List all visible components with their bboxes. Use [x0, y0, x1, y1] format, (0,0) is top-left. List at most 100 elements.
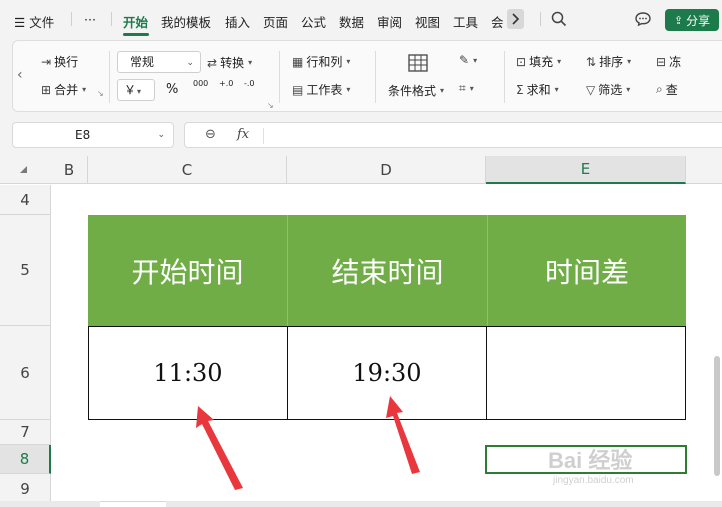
menu-divider — [540, 12, 541, 26]
tab-formula[interactable]: 公式 — [301, 12, 326, 31]
ribbon-toolbar: ‹ ⇥ 换行 ⊞ 合并 ▾ ↘ 常规 ⌄ ⇄ 转换 ▾ ￥▾ % 000 +.0 -.0 ↘ — [12, 40, 722, 112]
rows-columns-button[interactable]: ▦ 行和列 ▾ — [292, 53, 350, 70]
name-box[interactable]: E8 ⌄ — [12, 122, 174, 148]
convert-button[interactable]: ⇄ 转换 ▾ — [207, 54, 252, 71]
alignment-settings-icon[interactable]: ↘ — [97, 89, 104, 98]
border-button[interactable]: ⌗ ▾ — [459, 81, 474, 96]
chevron-down-icon: ▾ — [473, 55, 478, 65]
menu-bar: ☰文件 ··· 开始 我的模板 插入 页面 公式 数据 审阅 视图 工具 会 — [0, 0, 722, 38]
select-all-icon[interactable] — [20, 166, 27, 173]
number-settings-icon[interactable]: ↘ — [267, 101, 274, 110]
tab-view[interactable]: 视图 — [415, 12, 440, 31]
tab-insert[interactable]: 插入 — [225, 12, 250, 31]
convert-icon: ⇄ — [207, 55, 218, 70]
sort-icon: ⇅ — [586, 54, 597, 69]
menu-divider — [71, 12, 72, 26]
chevron-down-icon: ▾ — [626, 85, 631, 94]
row-header-7[interactable]: 7 — [0, 420, 51, 445]
table-header-row: 开始时间 结束时间 时间差 — [88, 215, 686, 326]
fill-icon: ⊡ — [516, 54, 527, 69]
column-header-c[interactable]: C — [88, 156, 287, 184]
merge-cells-button[interactable]: ⊞ 合并 ▾ — [41, 81, 86, 98]
conditional-format-icon — [408, 54, 428, 72]
search-icon[interactable] — [551, 11, 567, 27]
filter-button[interactable]: ▽ 筛选 ▾ — [586, 81, 630, 98]
row-header-8[interactable]: 8 — [0, 445, 51, 474]
chevron-down-icon: ▾ — [346, 85, 351, 94]
formula-divider — [263, 128, 264, 144]
vertical-scrollbar[interactable] — [714, 356, 720, 476]
number-format-select[interactable]: 常规 ⌄ — [117, 51, 201, 73]
merge-cells-icon: ⊞ — [41, 82, 52, 97]
cell-end-time[interactable]: 19:30 — [288, 327, 486, 419]
column-header-e[interactable]: E — [486, 156, 686, 184]
file-menu[interactable]: ☰ 文件 — [14, 12, 54, 31]
comment-icon[interactable] — [634, 11, 652, 27]
row-header-5[interactable]: 5 — [0, 215, 51, 326]
header-cell-time-diff[interactable]: 时间差 — [488, 215, 686, 326]
border-icon: ⌗ — [459, 81, 466, 95]
autosum-button[interactable]: Σ 求和 ▾ — [516, 81, 559, 98]
decrease-decimal-button[interactable]: -.0 — [244, 79, 255, 88]
chevron-right-icon — [512, 13, 520, 25]
tab-data[interactable]: 数据 — [339, 12, 364, 31]
thousands-format-button[interactable]: 000 — [193, 79, 208, 88]
more-menu[interactable]: ··· — [84, 12, 96, 27]
ribbon-divider — [375, 51, 376, 103]
sort-button[interactable]: ⇅ 排序 ▾ — [586, 53, 631, 70]
wrap-text-button[interactable]: ⇥ 换行 — [41, 53, 78, 70]
cell-style-button[interactable]: ✎ ▾ — [459, 53, 477, 67]
ribbon-scroll-left-icon[interactable]: ‹ — [17, 67, 23, 83]
chevron-down-icon: ▾ — [627, 57, 632, 66]
cell-start-time[interactable]: 11:30 — [89, 327, 287, 419]
tab-review[interactable]: 审阅 — [377, 12, 402, 31]
tab-home[interactable]: 开始 — [123, 12, 148, 31]
chevron-down-icon: ▾ — [557, 57, 562, 66]
column-header-d[interactable]: D — [287, 156, 486, 184]
sigma-icon: Σ — [516, 82, 524, 97]
increase-decimal-button[interactable]: +.0 — [219, 79, 233, 88]
find-icon: ⌕ — [656, 82, 663, 96]
paint-brush-icon: ✎ — [459, 53, 470, 67]
fill-button[interactable]: ⊡ 填充 ▾ — [516, 53, 561, 70]
chevron-down-icon: ⌄ — [186, 58, 194, 68]
chevron-down-icon: ▾ — [82, 85, 87, 94]
cell-time-diff[interactable] — [487, 327, 685, 419]
spreadsheet-app: ☰文件 ··· 开始 我的模板 插入 页面 公式 数据 审阅 视图 工具 会 — [0, 0, 722, 507]
tab-member[interactable]: 会 — [491, 12, 504, 31]
row-header-4[interactable]: 4 — [0, 185, 51, 215]
share-icon: ⇪ — [673, 13, 684, 27]
freeze-icon: ⊟ — [656, 54, 667, 69]
tab-tools[interactable]: 工具 — [453, 12, 478, 31]
tab-page[interactable]: 页面 — [263, 12, 288, 31]
sheet-tab[interactable] — [100, 501, 166, 507]
filter-icon: ▽ — [586, 82, 596, 97]
currency-format-button[interactable]: ￥▾ — [117, 79, 155, 101]
column-header-b[interactable]: B — [51, 156, 88, 184]
share-button[interactable]: ⇪ 分享 — [665, 9, 719, 31]
tab-my-templates[interactable]: 我的模板 — [161, 12, 211, 31]
conditional-format-button[interactable]: 条件格式 ▾ — [388, 82, 444, 99]
menu-divider — [111, 12, 112, 26]
worksheet-button[interactable]: ▤ 工作表 ▾ — [292, 81, 350, 98]
spreadsheet-grid: B C D E 4 5 6 7 8 9 开始时间 结束时间 时间差 11:30 … — [0, 156, 722, 507]
zoom-icon[interactable]: ⊖ — [205, 127, 216, 142]
chevron-down-icon: ▾ — [440, 86, 445, 95]
watermark-logo: Bai 经验 — [548, 448, 633, 473]
header-cell-start-time[interactable]: 开始时间 — [88, 215, 287, 326]
tabs-scroll-button[interactable] — [507, 9, 524, 29]
ribbon-divider — [279, 51, 280, 103]
percent-format-button[interactable]: % — [166, 82, 178, 97]
row-header-6[interactable]: 6 — [0, 326, 51, 420]
chevron-down-icon: ▾ — [554, 85, 559, 94]
watermark-url: jingyan.baidu.com — [553, 475, 634, 486]
formula-bar[interactable]: ⊖ fx — [184, 122, 722, 148]
row-header-9[interactable]: 9 — [0, 474, 51, 504]
header-cell-end-time[interactable]: 结束时间 — [288, 215, 487, 326]
hamburger-icon: ☰ — [14, 15, 26, 30]
find-button[interactable]: ⌕ 查 — [656, 81, 678, 98]
fx-icon[interactable]: fx — [237, 127, 249, 142]
chevron-down-icon: ▾ — [137, 87, 142, 96]
chevron-down-icon: ▾ — [248, 58, 253, 67]
freeze-button[interactable]: ⊟ 冻 — [656, 53, 681, 70]
